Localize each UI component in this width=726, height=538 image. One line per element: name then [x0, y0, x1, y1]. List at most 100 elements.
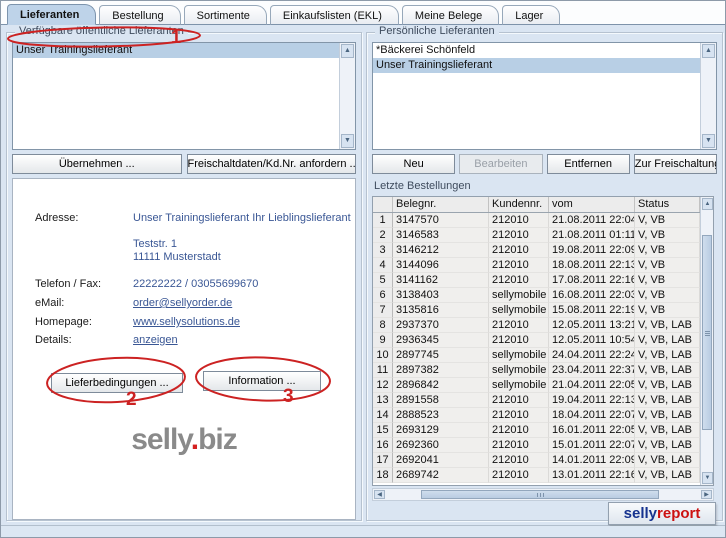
table-vertical-scrollbar[interactable]: ▲ ▼	[700, 197, 713, 485]
orders-table-body: 1 3147570 212010 21.08.2011 22:04 V, VB …	[373, 213, 700, 485]
table-row[interactable]: 12 2896842 sellymobile 21.04.2011 22:05 …	[373, 378, 700, 393]
list-scrollbar[interactable]: ▲ ▼	[339, 43, 355, 149]
email-link[interactable]: order@sellyorder.de	[133, 297, 232, 309]
details-show-link[interactable]: anzeigen	[133, 334, 178, 346]
status-strip	[1, 526, 725, 537]
table-row[interactable]: 14 2888523 212010 18.04.2011 22:07 V, VB…	[373, 408, 700, 423]
cell-status: V, VB	[635, 288, 700, 303]
cell-vom: 16.08.2011 22:03	[549, 288, 635, 303]
cell-status: V, VB, LAB	[635, 453, 700, 468]
personal-supplier-button[interactable]: Zur Freischaltung	[634, 154, 717, 174]
cell-status: V, VB	[635, 243, 700, 258]
cell-status: V, VB	[635, 213, 700, 228]
delivery-terms-button[interactable]: Lieferbedingungen ...	[51, 373, 183, 393]
scroll-up-icon[interactable]: ▲	[702, 44, 715, 58]
cell-rownum: 3	[373, 243, 393, 258]
table-row[interactable]: 8 2937370 212010 12.05.2011 13:21 V, VB,…	[373, 318, 700, 333]
cell-kundennr: 212010	[489, 213, 549, 228]
table-row[interactable]: 5 3141162 212010 17.08.2011 22:16 V, VB	[373, 273, 700, 288]
table-horizontal-scrollbar[interactable]: ◀ ▶	[372, 488, 714, 501]
personal-supplier-button[interactable]: Neu	[372, 154, 455, 174]
scroll-left-icon[interactable]: ◀	[374, 490, 385, 499]
list-item[interactable]: Unser Trainingslieferant	[373, 58, 700, 73]
cell-belegnr: 2897745	[393, 348, 489, 363]
content-area: Verfügbare öffentliche Lieferanten Unser…	[1, 25, 725, 526]
public-suppliers-title: Verfügbare öffentliche Lieferanten	[15, 25, 188, 37]
cell-kundennr: 212010	[489, 438, 549, 453]
cell-kundennr: sellymobile	[489, 303, 549, 318]
tab[interactable]: Lieferanten	[7, 4, 96, 25]
table-row[interactable]: 15 2693129 212010 16.01.2011 22:05 V, VB…	[373, 423, 700, 438]
column-header-status[interactable]: Status	[635, 197, 700, 212]
cell-kundennr: 212010	[489, 393, 549, 408]
tab[interactable]: Bestellung	[99, 5, 180, 25]
cell-belegnr: 3141162	[393, 273, 489, 288]
thumb-grip-icon	[540, 493, 541, 497]
cell-vom: 18.04.2011 22:07	[549, 408, 635, 423]
column-header-vom[interactable]: vom	[549, 197, 635, 212]
cell-status: V, VB, LAB	[635, 438, 700, 453]
phone-value: 22222222 / 03055699670	[133, 278, 258, 290]
scroll-up-icon[interactable]: ▲	[341, 44, 354, 58]
tab[interactable]: Lager	[502, 5, 560, 25]
table-row[interactable]: 10 2897745 sellymobile 24.04.2011 22:24 …	[373, 348, 700, 363]
table-row[interactable]: 18 2689742 212010 13.01.2011 22:16 V, VB…	[373, 468, 700, 483]
cell-rownum: 13	[373, 393, 393, 408]
scroll-right-icon[interactable]: ▶	[701, 490, 712, 499]
scroll-down-icon[interactable]: ▼	[702, 472, 713, 484]
scroll-down-icon[interactable]: ▼	[341, 134, 354, 148]
last-orders-title: Letzte Bestellungen	[374, 180, 471, 192]
app-window: LieferantenBestellungSortimenteEinkaufsl…	[0, 0, 726, 538]
details-label: Details:	[35, 334, 72, 346]
information-button[interactable]: Information ...	[203, 371, 321, 391]
cell-status: V, VB	[635, 273, 700, 288]
table-row[interactable]: 16 2692360 212010 15.01.2011 22:07 V, VB…	[373, 438, 700, 453]
tab-bar: LieferantenBestellungSortimenteEinkaufsl…	[1, 1, 725, 25]
table-row[interactable]: 4 3144096 212010 18.08.2011 22:13 V, VB	[373, 258, 700, 273]
public-suppliers-buttons: Übernehmen ...Freischaltdaten/Kd.Nr. anf…	[12, 154, 356, 174]
cell-status: V, VB, LAB	[635, 408, 700, 423]
cell-vom: 19.08.2011 22:09	[549, 243, 635, 258]
column-header-kundennr[interactable]: Kundennr.	[489, 197, 549, 212]
personal-suppliers-list[interactable]: *Bäckerei SchönfeldUnser Trainingsliefer…	[372, 42, 717, 150]
table-row[interactable]: 11 2897382 sellymobile 23.04.2011 22:37 …	[373, 363, 700, 378]
table-row[interactable]: 3 3146212 212010 19.08.2011 22:09 V, VB	[373, 243, 700, 258]
cell-rownum: 8	[373, 318, 393, 333]
scrollbar-thumb[interactable]	[421, 490, 659, 499]
cell-vom: 21.08.2011 01:11	[549, 228, 635, 243]
cell-belegnr: 2891558	[393, 393, 489, 408]
column-header-belegnr[interactable]: Belegnr.	[393, 197, 489, 212]
table-row[interactable]: 2 3146583 212010 21.08.2011 01:11 V, VB	[373, 228, 700, 243]
homepage-link[interactable]: www.sellysolutions.de	[133, 316, 240, 328]
cell-kundennr: 212010	[489, 453, 549, 468]
table-row[interactable]: 7 3135816 sellymobile 15.08.2011 22:19 V…	[373, 303, 700, 318]
table-row[interactable]: 1 3147570 212010 21.08.2011 22:04 V, VB	[373, 213, 700, 228]
cell-belegnr: 3144096	[393, 258, 489, 273]
public-supplier-button[interactable]: Freischaltdaten/Kd.Nr. anfordern ...	[187, 154, 357, 174]
sellyreport-button[interactable]: sellyreport	[608, 502, 716, 525]
public-supplier-button[interactable]: Übernehmen ...	[12, 154, 182, 174]
public-suppliers-list[interactable]: Unser Trainingslieferant ▲ ▼	[12, 42, 356, 150]
scroll-up-icon[interactable]: ▲	[702, 198, 713, 210]
list-item[interactable]: *Bäckerei Schönfeld	[373, 43, 700, 58]
personal-suppliers-title: Persönliche Lieferanten	[375, 25, 499, 37]
cell-rownum: 7	[373, 303, 393, 318]
personal-supplier-button[interactable]: Entfernen	[547, 154, 630, 174]
cell-kundennr: 212010	[489, 243, 549, 258]
table-row[interactable]: 6 3138403 sellymobile 16.08.2011 22:03 V…	[373, 288, 700, 303]
tab[interactable]: Einkaufslisten (EKL)	[270, 5, 399, 25]
tab[interactable]: Sortimente	[184, 5, 267, 25]
table-row[interactable]: 9 2936345 212010 12.05.2011 10:54 V, VB,…	[373, 333, 700, 348]
cell-rownum: 11	[373, 363, 393, 378]
table-row[interactable]: 17 2692041 212010 14.01.2011 22:09 V, VB…	[373, 453, 700, 468]
scrollbar-thumb[interactable]	[702, 235, 712, 430]
cell-belegnr: 3135816	[393, 303, 489, 318]
list-scrollbar[interactable]: ▲ ▼	[700, 43, 716, 149]
column-header-rownum[interactable]	[373, 197, 393, 212]
thumb-grip-icon	[705, 333, 710, 334]
list-item[interactable]: Unser Trainingslieferant	[13, 43, 339, 58]
table-row[interactable]: 13 2891558 212010 19.04.2011 22:13 V, VB…	[373, 393, 700, 408]
scroll-down-icon[interactable]: ▼	[702, 134, 715, 148]
tab[interactable]: Meine Belege	[402, 5, 499, 25]
cell-rownum: 9	[373, 333, 393, 348]
